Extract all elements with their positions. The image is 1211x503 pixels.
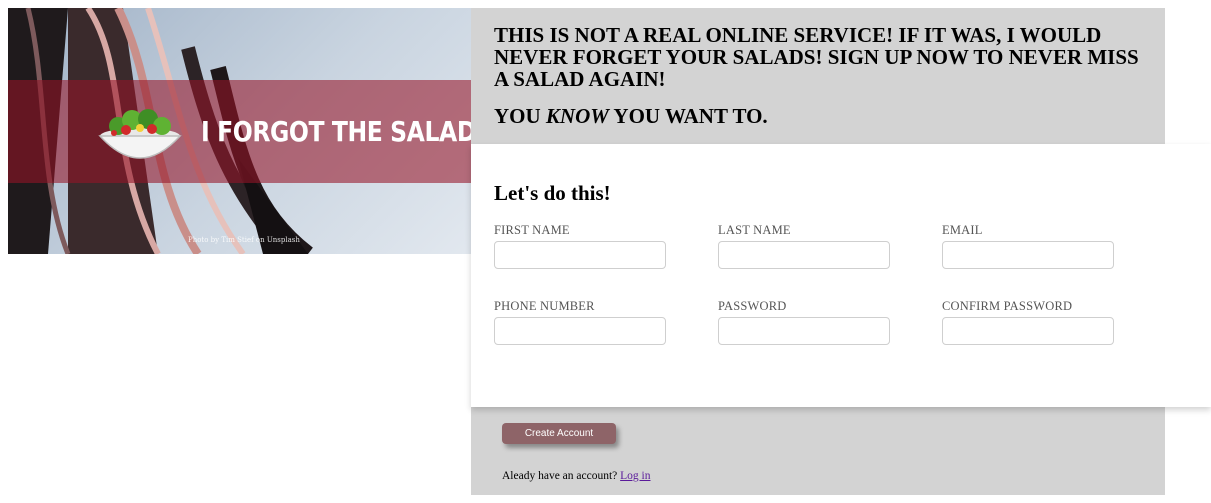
- signup-form: Let's do this! FIRST NAME LAST NAME EMAI…: [471, 144, 1211, 407]
- pitch-sub-after: YOU WANT TO.: [608, 104, 768, 128]
- email-label: EMAIL: [942, 223, 983, 237]
- password-label: PASSWORD: [718, 299, 787, 313]
- first-name-group: FIRST NAME: [494, 223, 666, 269]
- photo-credit: Photo by Tim Stief on Unsplash: [188, 236, 300, 244]
- password-group: PASSWORD: [718, 299, 890, 345]
- first-name-input[interactable]: [494, 241, 666, 269]
- login-prompt: Aleady have an account? Log in: [502, 470, 651, 482]
- email-group: EMAIL: [942, 223, 1114, 269]
- password-input[interactable]: [718, 317, 890, 345]
- form-heading: Let's do this!: [494, 181, 611, 205]
- confirm-password-input[interactable]: [942, 317, 1114, 345]
- phone-label: PHONE NUMBER: [494, 299, 595, 313]
- confirm-password-label: CONFIRM PASSWORD: [942, 299, 1073, 313]
- pitch-headline: THIS IS NOT A REAL ONLINE SERVICE! IF IT…: [494, 23, 1139, 91]
- create-account-button[interactable]: Create Account: [502, 423, 616, 444]
- confirm-password-group: CONFIRM PASSWORD: [942, 299, 1114, 345]
- first-name-label: FIRST NAME: [494, 223, 570, 237]
- pitch-subheadline: YOU KNOW YOU WANT TO.: [494, 105, 1144, 127]
- email-input[interactable]: [942, 241, 1114, 269]
- last-name-input[interactable]: [718, 241, 890, 269]
- pitch-sub-before: YOU: [494, 104, 546, 128]
- salad-bowl-icon: [98, 109, 182, 159]
- last-name-group: LAST NAME: [718, 223, 890, 269]
- hero-image: I FORGOT THE SALADS Photo by Tim Stief o…: [8, 8, 471, 254]
- pitch-panel: THIS IS NOT A REAL ONLINE SERVICE! IF IT…: [471, 8, 1165, 144]
- login-link[interactable]: Log in: [620, 470, 650, 482]
- login-prompt-text: Aleady have an account?: [502, 470, 618, 482]
- last-name-label: LAST NAME: [718, 223, 791, 237]
- phone-input[interactable]: [494, 317, 666, 345]
- phone-group: PHONE NUMBER: [494, 299, 666, 345]
- site-title: I FORGOT THE SALADS: [201, 115, 471, 148]
- pitch-sub-emphasis: KNOW: [545, 104, 609, 128]
